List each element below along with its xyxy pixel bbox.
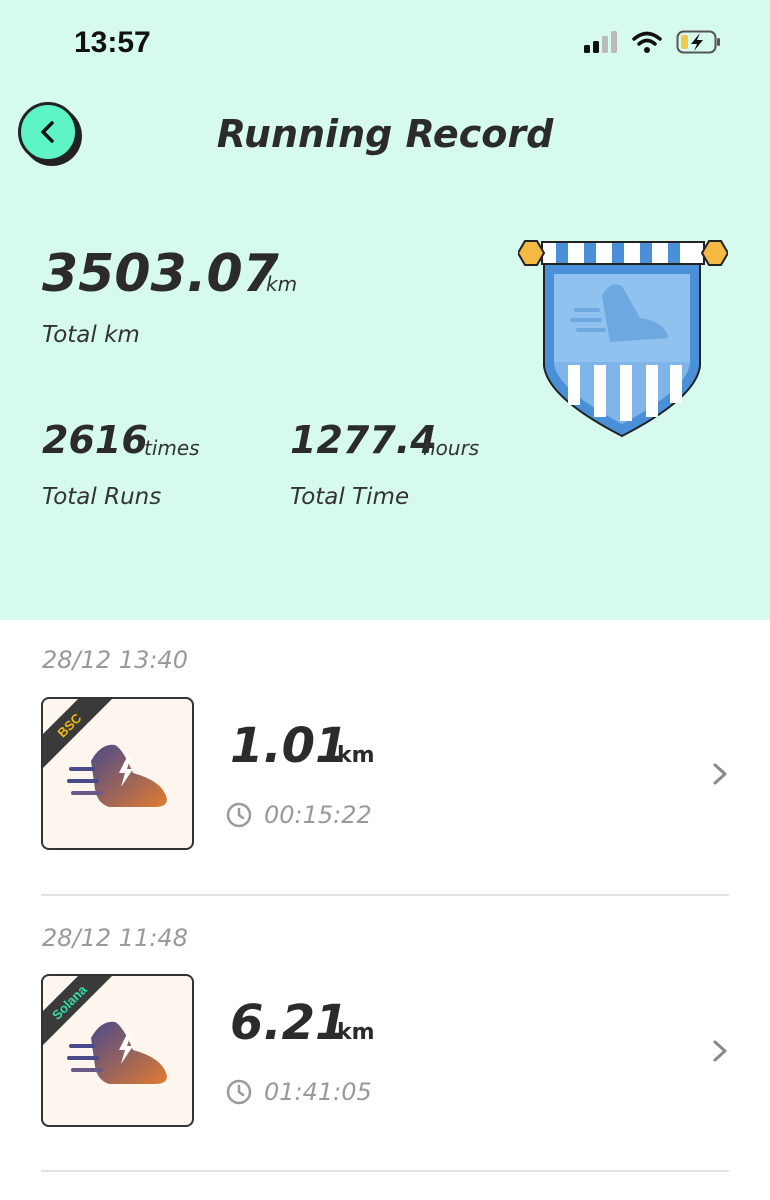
total-runs-unit: times [144,436,200,460]
status-icons [584,30,722,54]
list-divider [41,894,729,896]
chevron-right-icon[interactable] [710,1039,730,1063]
run-distance-unit: km [337,743,375,768]
run-distance: 6.21 [230,995,349,1051]
wifi-icon [632,31,662,53]
battery-charging-icon [676,30,720,54]
run-distance: 1.01 [230,718,349,774]
clock-icon [226,1079,252,1105]
chevron-right-icon[interactable] [710,762,730,786]
clock-icon [226,802,252,828]
run-distance-unit: km [337,1020,375,1045]
total-km-label: Total km [42,322,140,348]
page-title: Running Record [216,112,554,156]
status-time: 13:57 [74,26,151,59]
run-date: 28/12 13:40 [42,646,188,674]
run-duration: 00:15:22 [264,801,372,829]
list-divider [41,1170,729,1172]
total-time-value: 1277.4 [290,418,437,462]
cellular-signal-icon [584,31,617,53]
total-km-value: 3503.07 [42,244,279,304]
run-duration: 01:41:05 [264,1078,372,1106]
run-date: 28/12 11:48 [42,924,188,952]
run-thumbnail: Solana [41,974,194,1127]
total-runs-label: Total Runs [42,484,162,510]
achievement-banner-icon [518,240,728,438]
total-time-unit: hours [423,436,480,460]
total-km-unit: km [266,272,298,296]
header-panel: 13:57 Running Record 3503.07 km Total km… [0,0,770,620]
run-thumbnail: BSC [41,697,194,850]
total-time-label: Total Time [290,484,410,510]
total-runs-value: 2616 [42,418,148,462]
